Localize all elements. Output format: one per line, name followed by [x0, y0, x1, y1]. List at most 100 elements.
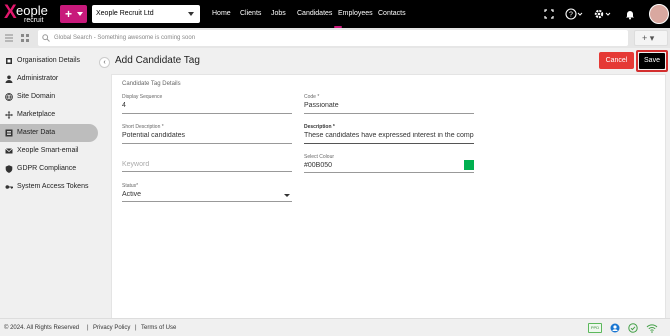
ppd-badge[interactable]: PPD — [588, 323, 602, 333]
sidebar-item-label: System Access Tokens — [17, 183, 89, 190]
account-icon[interactable] — [610, 323, 620, 333]
sidebar-item-label: Marketplace — [17, 111, 56, 118]
avatar[interactable] — [649, 4, 669, 24]
sidebar-item-label: GDPR Compliance — [17, 165, 77, 172]
search-row: Global Search - Something awesome is com… — [0, 28, 670, 48]
sidebar-item-label: Site Domain — [17, 93, 56, 100]
shield-icon — [5, 165, 13, 173]
search-placeholder: Global Search - Something awesome is com… — [54, 35, 196, 41]
global-search-input[interactable]: Global Search - Something awesome is com… — [38, 30, 628, 46]
help-icon[interactable]: ? — [565, 8, 583, 20]
colour-swatch[interactable] — [464, 160, 474, 170]
grid-view-icon[interactable] — [20, 33, 30, 43]
chevron-down-icon — [188, 12, 194, 16]
key-icon — [5, 185, 13, 189]
footer-separator: | — [135, 325, 137, 331]
wifi-icon[interactable] — [646, 323, 658, 333]
field-underline — [304, 172, 474, 173]
nav-contacts[interactable]: Contacts — [378, 0, 406, 28]
sidebar-item-smart-email[interactable]: Xeople Smart-email — [0, 142, 104, 160]
field-underline — [122, 201, 292, 202]
field-underline — [122, 143, 292, 144]
cancel-button[interactable]: Cancel — [599, 52, 634, 69]
sidebar-item-label: Xeople Smart-email — [17, 147, 79, 154]
globe-icon — [5, 93, 13, 101]
sidebar-item-label: Master Data — [17, 129, 56, 136]
field-label: Short Description * — [122, 124, 164, 130]
gear-icon[interactable] — [593, 8, 611, 20]
expand-icon[interactable] — [543, 8, 555, 20]
save-button-highlight: Save — [636, 50, 668, 72]
nav-candidates[interactable]: Candidates — [297, 0, 332, 28]
sidebar: Organisation Details Administrator Site … — [0, 52, 104, 196]
check-circle-icon[interactable] — [628, 323, 638, 333]
list-view-icon[interactable] — [4, 33, 14, 43]
field-value: Active — [122, 191, 142, 198]
sidebar-item-organisation-details[interactable]: Organisation Details — [0, 52, 104, 70]
top-bar: X eople recruit + Xeople Recruit Ltd Hom… — [0, 0, 670, 28]
move-icon — [5, 111, 13, 119]
list-icon — [5, 129, 13, 137]
logo-mark: X — [4, 2, 17, 23]
short-description-field[interactable]: Short Description * Potential candidates — [122, 124, 292, 144]
logo[interactable]: X eople recruit — [4, 3, 56, 25]
org-icon — [6, 58, 12, 64]
plus-icon: + — [65, 7, 73, 21]
section-title: Candidate Tag Details — [122, 81, 181, 87]
nav-employees[interactable]: Employees — [338, 0, 373, 28]
code-field[interactable]: Code * Passionate — [304, 94, 474, 114]
sidebar-item-administrator[interactable]: Administrator — [0, 70, 104, 88]
footer: © 2024. All Rights Reserved | Privacy Po… — [0, 318, 670, 336]
sidebar-item-system-access-tokens[interactable]: System Access Tokens — [0, 178, 104, 196]
company-select[interactable]: Xeople Recruit Ltd — [92, 5, 200, 23]
field-underline — [122, 113, 292, 114]
field-value: #00B050 — [304, 162, 333, 169]
sidebar-item-marketplace[interactable]: Marketplace — [0, 106, 104, 124]
nav-home[interactable]: Home — [212, 0, 231, 28]
display-sequence-field[interactable]: Display Sequence 4 — [122, 94, 292, 114]
sidebar-item-gdpr-compliance[interactable]: GDPR Compliance — [0, 160, 104, 178]
sidebar-item-master-data[interactable]: Master Data — [0, 124, 98, 142]
field-label: Status* — [122, 183, 139, 189]
field-label: Display Sequence — [122, 94, 163, 100]
status-select[interactable]: Status* Active — [122, 183, 292, 202]
field-value: Potential candidates — [122, 132, 186, 139]
field-label: Select Colour — [304, 154, 335, 160]
field-label: Description * — [304, 124, 335, 130]
sidebar-item-label: Organisation Details — [17, 57, 81, 64]
person-icon — [5, 75, 13, 83]
search-icon — [42, 34, 50, 42]
page-title: Add Candidate Tag — [115, 55, 200, 66]
mail-icon — [5, 148, 13, 154]
chevron-down-icon — [77, 12, 83, 16]
sidebar-item-label: Administrator — [17, 75, 59, 82]
logo-word: eople — [16, 3, 48, 18]
add-dropdown-button[interactable]: + ▾ — [634, 30, 668, 46]
field-value: 4 — [122, 102, 126, 109]
keyword-placeholder: Keyword — [122, 161, 150, 168]
page-header: Add Candidate Tag Cancel Save — [108, 50, 670, 72]
field-underline — [122, 171, 292, 172]
nav-clients[interactable]: Clients — [240, 0, 261, 28]
svg-text:?: ? — [569, 12, 573, 19]
privacy-policy-link[interactable]: Privacy Policy — [93, 319, 130, 336]
select-colour-field[interactable]: Select Colour #00B050 — [304, 154, 474, 173]
form-card: Candidate Tag Details Display Sequence 4… — [111, 74, 666, 322]
company-select-value: Xeople Recruit Ltd — [96, 10, 154, 17]
save-button[interactable]: Save — [639, 53, 665, 69]
keyword-field[interactable]: Keyword — [122, 156, 292, 172]
field-underline — [304, 143, 474, 144]
bell-icon[interactable] — [624, 8, 636, 20]
logo-sub: recruit — [24, 17, 44, 24]
chevron-down-icon — [284, 194, 290, 197]
quick-add-button[interactable]: + — [60, 5, 87, 23]
copyright: © 2024. All Rights Reserved — [4, 325, 80, 331]
nav-jobs[interactable]: Jobs — [271, 0, 286, 28]
field-underline — [304, 113, 474, 114]
field-value: These candidates have expressed interest… — [304, 132, 474, 139]
description-field[interactable]: Description * These candidates have expr… — [304, 124, 474, 144]
field-label: Code * — [304, 94, 320, 100]
sidebar-item-site-domain[interactable]: Site Domain — [0, 88, 104, 106]
field-value: Passionate — [304, 102, 339, 109]
terms-of-use-link[interactable]: Terms of Use — [141, 319, 176, 336]
